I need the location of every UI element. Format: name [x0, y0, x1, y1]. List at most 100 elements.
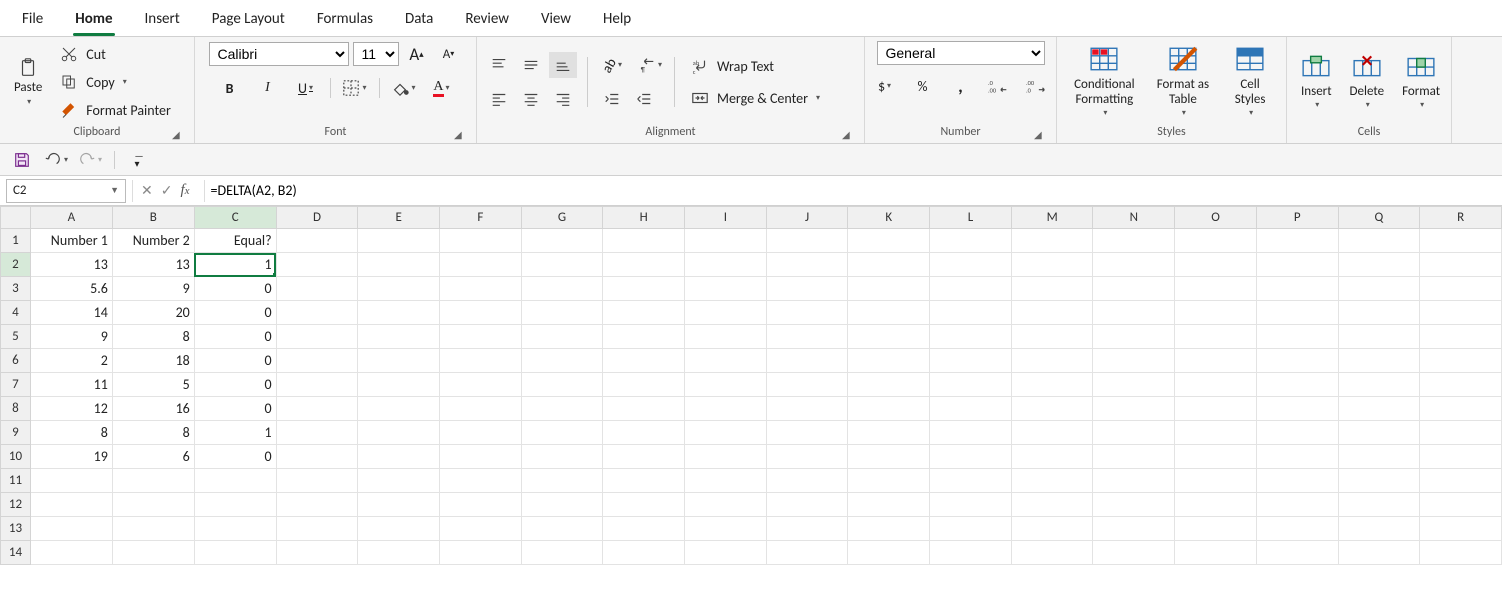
cell-L12[interactable]: [930, 493, 1012, 517]
cell-C5[interactable]: 0: [194, 325, 276, 349]
cell-A3[interactable]: 5.6: [30, 277, 112, 301]
cell-G1[interactable]: [521, 229, 603, 253]
cell-O1[interactable]: [1175, 229, 1257, 253]
cell-G6[interactable]: [521, 349, 603, 373]
cell-Q1[interactable]: [1338, 229, 1420, 253]
cell-E3[interactable]: [358, 277, 440, 301]
cell-M6[interactable]: [1011, 349, 1093, 373]
cell-A5[interactable]: 9: [30, 325, 112, 349]
cell-O2[interactable]: [1175, 253, 1257, 277]
cell-P8[interactable]: [1256, 397, 1338, 421]
cell-O4[interactable]: [1175, 301, 1257, 325]
cell-B2[interactable]: 13: [112, 253, 194, 277]
cell-O3[interactable]: [1175, 277, 1257, 301]
cell-A12[interactable]: [30, 493, 112, 517]
cell-I2[interactable]: [685, 253, 767, 277]
redo-button[interactable]: ▾: [76, 147, 104, 173]
cell-N3[interactable]: [1093, 277, 1175, 301]
cell-F9[interactable]: [439, 421, 521, 445]
enter-formula-button[interactable]: ✓: [161, 182, 173, 199]
cell-J2[interactable]: [766, 253, 848, 277]
cell-D7[interactable]: [276, 373, 358, 397]
cell-I4[interactable]: [685, 301, 767, 325]
tab-view[interactable]: View: [525, 2, 587, 36]
cell-O8[interactable]: [1175, 397, 1257, 421]
cell-N2[interactable]: [1093, 253, 1175, 277]
cell-E10[interactable]: [358, 445, 440, 469]
col-header-B[interactable]: B: [112, 207, 194, 229]
row-header-14[interactable]: 14: [1, 541, 31, 565]
spreadsheet-grid[interactable]: ABCDEFGHIJKLMNOPQR1Number 1Number 2Equal…: [0, 206, 1502, 565]
cell-M5[interactable]: [1011, 325, 1093, 349]
row-header-11[interactable]: 11: [1, 469, 31, 493]
cell-N10[interactable]: [1093, 445, 1175, 469]
cell-G13[interactable]: [521, 517, 603, 541]
cell-P5[interactable]: [1256, 325, 1338, 349]
cell-E1[interactable]: [358, 229, 440, 253]
increase-decimal-button[interactable]: .0.00: [985, 73, 1013, 99]
cell-K7[interactable]: [848, 373, 930, 397]
cell-P4[interactable]: [1256, 301, 1338, 325]
row-header-13[interactable]: 13: [1, 517, 31, 541]
cell-P7[interactable]: [1256, 373, 1338, 397]
cell-J11[interactable]: [766, 469, 848, 493]
cell-C6[interactable]: 0: [194, 349, 276, 373]
cell-C13[interactable]: [194, 517, 276, 541]
cell-K8[interactable]: [848, 397, 930, 421]
col-header-H[interactable]: H: [603, 207, 685, 229]
italic-button[interactable]: I: [254, 75, 282, 101]
cell-R5[interactable]: [1420, 325, 1502, 349]
cell-Q14[interactable]: [1338, 541, 1420, 565]
cancel-formula-button[interactable]: ✕: [141, 182, 153, 199]
grow-font-button[interactable]: A▴: [403, 41, 431, 67]
cell-H9[interactable]: [603, 421, 685, 445]
cell-B8[interactable]: 16: [112, 397, 194, 421]
save-button[interactable]: [8, 147, 36, 173]
cell-M10[interactable]: [1011, 445, 1093, 469]
cell-R14[interactable]: [1420, 541, 1502, 565]
cell-N9[interactable]: [1093, 421, 1175, 445]
cell-R10[interactable]: [1420, 445, 1502, 469]
dialog-launcher-icon[interactable]: ◢: [1034, 128, 1046, 140]
cell-O9[interactable]: [1175, 421, 1257, 445]
cell-A14[interactable]: [30, 541, 112, 565]
cell-A13[interactable]: [30, 517, 112, 541]
cell-E6[interactable]: [358, 349, 440, 373]
cell-M3[interactable]: [1011, 277, 1093, 301]
shrink-font-button[interactable]: A▾: [435, 41, 463, 67]
cell-F13[interactable]: [439, 517, 521, 541]
cell-C1[interactable]: Equal?: [194, 229, 276, 253]
cell-R8[interactable]: [1420, 397, 1502, 421]
format-as-table-button[interactable]: Format as Table▾: [1150, 42, 1216, 122]
cell-O13[interactable]: [1175, 517, 1257, 541]
cell-L13[interactable]: [930, 517, 1012, 541]
cell-R11[interactable]: [1420, 469, 1502, 493]
col-header-A[interactable]: A: [30, 207, 112, 229]
cell-P6[interactable]: [1256, 349, 1338, 373]
cut-button[interactable]: Cut: [54, 41, 175, 67]
cell-A8[interactable]: 12: [30, 397, 112, 421]
cell-G11[interactable]: [521, 469, 603, 493]
row-header-2[interactable]: 2: [1, 253, 31, 277]
cell-A6[interactable]: 2: [30, 349, 112, 373]
tab-data[interactable]: Data: [389, 2, 449, 36]
cell-D9[interactable]: [276, 421, 358, 445]
tab-insert[interactable]: Insert: [129, 2, 196, 36]
cell-B1[interactable]: Number 2: [112, 229, 194, 253]
cell-Q10[interactable]: [1338, 445, 1420, 469]
cell-D12[interactable]: [276, 493, 358, 517]
cell-D3[interactable]: [276, 277, 358, 301]
cell-F11[interactable]: [439, 469, 521, 493]
cell-R13[interactable]: [1420, 517, 1502, 541]
cell-P11[interactable]: [1256, 469, 1338, 493]
cell-C3[interactable]: 0: [194, 277, 276, 301]
col-header-E[interactable]: E: [358, 207, 440, 229]
cell-B9[interactable]: 8: [112, 421, 194, 445]
col-header-C[interactable]: C: [194, 207, 276, 229]
cell-E4[interactable]: [358, 301, 440, 325]
cell-P3[interactable]: [1256, 277, 1338, 301]
align-top-button[interactable]: [485, 52, 513, 78]
cell-C2[interactable]: 1: [194, 253, 276, 277]
cell-J12[interactable]: [766, 493, 848, 517]
select-all-corner[interactable]: [1, 207, 31, 229]
